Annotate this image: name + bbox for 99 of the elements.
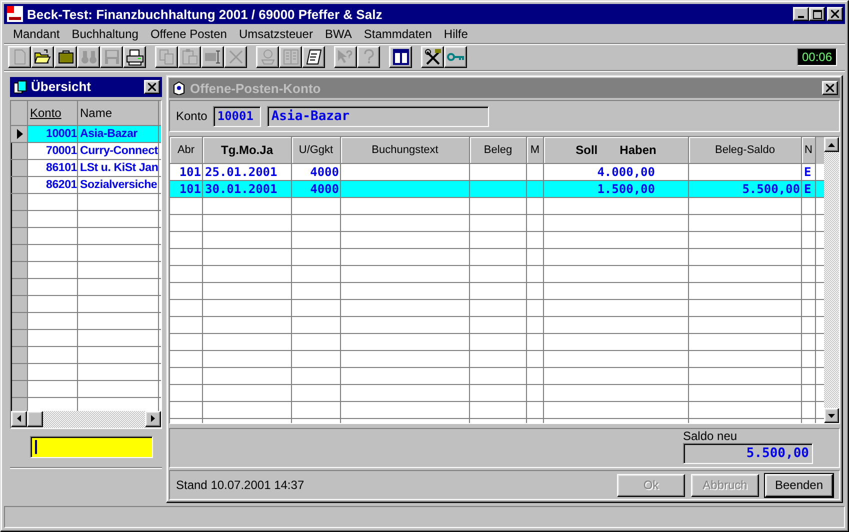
app-logo-icon [7, 6, 23, 22]
maximize-button[interactable] [809, 7, 825, 21]
window-icon [172, 81, 186, 95]
copy-icon [158, 48, 176, 66]
column-header[interactable]: Soll Haben [544, 137, 689, 164]
row-pointer-icon [16, 128, 22, 139]
arrow-up-icon [828, 142, 835, 146]
maximize-icon [812, 10, 822, 18]
scroll-thumb[interactable] [27, 410, 43, 427]
field-label: Konto [176, 109, 208, 123]
marker-cell-text: E [803, 164, 812, 180]
list-row[interactable]: 10001 Asia-Bazar [11, 126, 161, 143]
list-row[interactable]: 86101 LSt u. KiSt Jan [11, 160, 161, 177]
toolbar-button[interactable] [389, 46, 412, 68]
column-header[interactable]: Beleg-Saldo [689, 137, 802, 164]
text-caret [35, 440, 37, 454]
list-row[interactable]: 86201 Sozialversiche [11, 176, 161, 194]
scroll-icon [304, 48, 322, 66]
text-cursor-icon [204, 48, 222, 66]
scroll-up-button[interactable] [824, 137, 839, 152]
panel-title: Übersicht [31, 79, 91, 94]
marker-cell-text: E [803, 181, 812, 197]
dialog-button[interactable]: Beenden [765, 474, 833, 496]
scroll-right-button[interactable] [145, 410, 161, 427]
balance-field: 5.500,00 [683, 443, 813, 464]
toolbar-button[interactable] [302, 46, 325, 68]
account-number-field[interactable]: 10001 [213, 106, 262, 126]
menu-item[interactable]: Offene Posten [144, 26, 233, 40]
column-header[interactable]: Name [78, 100, 159, 125]
column-header[interactable]: Beleg [470, 137, 527, 164]
account-number: 86101 [45, 160, 78, 176]
window-panes-icon [392, 48, 410, 66]
amount-cell-text: 4.000,00 [596, 164, 656, 180]
menu-item[interactable]: Mandant [7, 26, 66, 40]
abbreviation-cell-text: 101 [178, 164, 202, 180]
account-list[interactable]: Konto Name 10001 Asia-Bazar 70001 Curry-Connect 86101 LSt u. KiSt Jan 86201 Sozialversiche [10, 100, 162, 429]
account-name-field[interactable]: Asia-Bazar [267, 106, 490, 126]
scroll-down-button[interactable] [824, 408, 839, 423]
menu-item[interactable]: Hilfe [438, 26, 474, 40]
column-header[interactable]: Tg.Mo.Ja [203, 137, 292, 164]
menu-item[interactable]: BWA [318, 26, 358, 40]
account-name: Asia-Bazar [79, 126, 138, 142]
account-name: Curry-Connect [79, 144, 159, 159]
menu-item[interactable]: Stammdaten [358, 26, 438, 40]
column-header[interactable]: U/Ggkt [292, 137, 341, 164]
column-header[interactable]: Abr [170, 137, 203, 164]
close-icon [831, 10, 839, 18]
contra-account-cell-text: 4000 [309, 181, 340, 197]
briefcase-icon [56, 48, 74, 66]
toolbar-button[interactable] [421, 46, 444, 68]
scroll-left-button[interactable] [11, 410, 27, 427]
minimize-button[interactable] [793, 7, 809, 21]
clock-display: 00:06 [796, 48, 837, 66]
menu-item[interactable]: Buchhaltung [66, 26, 144, 40]
toolbar-button[interactable] [31, 46, 54, 68]
amount-cell-text: 1.500,00 [596, 181, 656, 197]
date-cell-text: 30.01.2001 [204, 181, 278, 197]
arrow-left-icon [17, 415, 21, 422]
binoculars-icon [80, 48, 98, 66]
column-header[interactable]: N [802, 137, 816, 164]
menu-item[interactable]: Umsatzsteuer [232, 26, 319, 40]
delete-icon [226, 48, 244, 66]
panel-icon [13, 80, 27, 94]
status-text: Stand 10.07.2001 14:37 [176, 478, 304, 492]
account-number: 86201 [45, 178, 78, 193]
balance-cell-text: 5.500,00 [741, 181, 801, 197]
folder-icon [34, 48, 52, 66]
panel-title: Offene-Posten-Konto [190, 80, 321, 96]
account-name: Sozialversiche [79, 178, 158, 193]
toolbar-button[interactable] [123, 46, 146, 68]
column-header[interactable]: Konto [28, 100, 64, 125]
toolbar-button[interactable] [444, 46, 467, 68]
close-button[interactable] [822, 81, 838, 95]
arrow-down-icon [828, 414, 835, 418]
window-title: Beck-Test: Finanzbuchhaltung 2001 / 69000 Pfeffer & Salz [27, 6, 382, 22]
contra-account-cell-text: 4000 [309, 164, 340, 180]
arrow-right-icon [151, 415, 155, 422]
close-button[interactable] [144, 80, 160, 94]
clipboard-icon [180, 48, 198, 66]
toolbar-button[interactable] [54, 46, 77, 68]
close-button[interactable] [827, 7, 843, 21]
field-label: Saldo neu [683, 429, 738, 443]
column-header[interactable]: M [527, 137, 544, 164]
ledger-icon [282, 48, 300, 66]
table-row[interactable]: 101 30.01.2001 4000 1.500,00 5.500,00 E [170, 181, 824, 198]
pointer-question-icon [336, 48, 354, 66]
account-number: 10001 [45, 126, 78, 142]
printer-icon [126, 48, 144, 66]
close-icon [826, 84, 834, 92]
date-cell-text: 25.01.2001 [204, 164, 278, 180]
close-icon [148, 82, 156, 91]
account-number: 70001 [45, 144, 78, 159]
search-field[interactable] [30, 436, 153, 458]
hammer-wrench-icon [424, 48, 442, 66]
column-header[interactable]: Buchungstext [341, 137, 470, 164]
account-name: LSt u. KiSt Jan [79, 160, 159, 176]
abbreviation-cell-text: 101 [178, 181, 202, 197]
list-row[interactable]: 70001 Curry-Connect [11, 142, 161, 160]
stamp-icon [258, 48, 276, 66]
